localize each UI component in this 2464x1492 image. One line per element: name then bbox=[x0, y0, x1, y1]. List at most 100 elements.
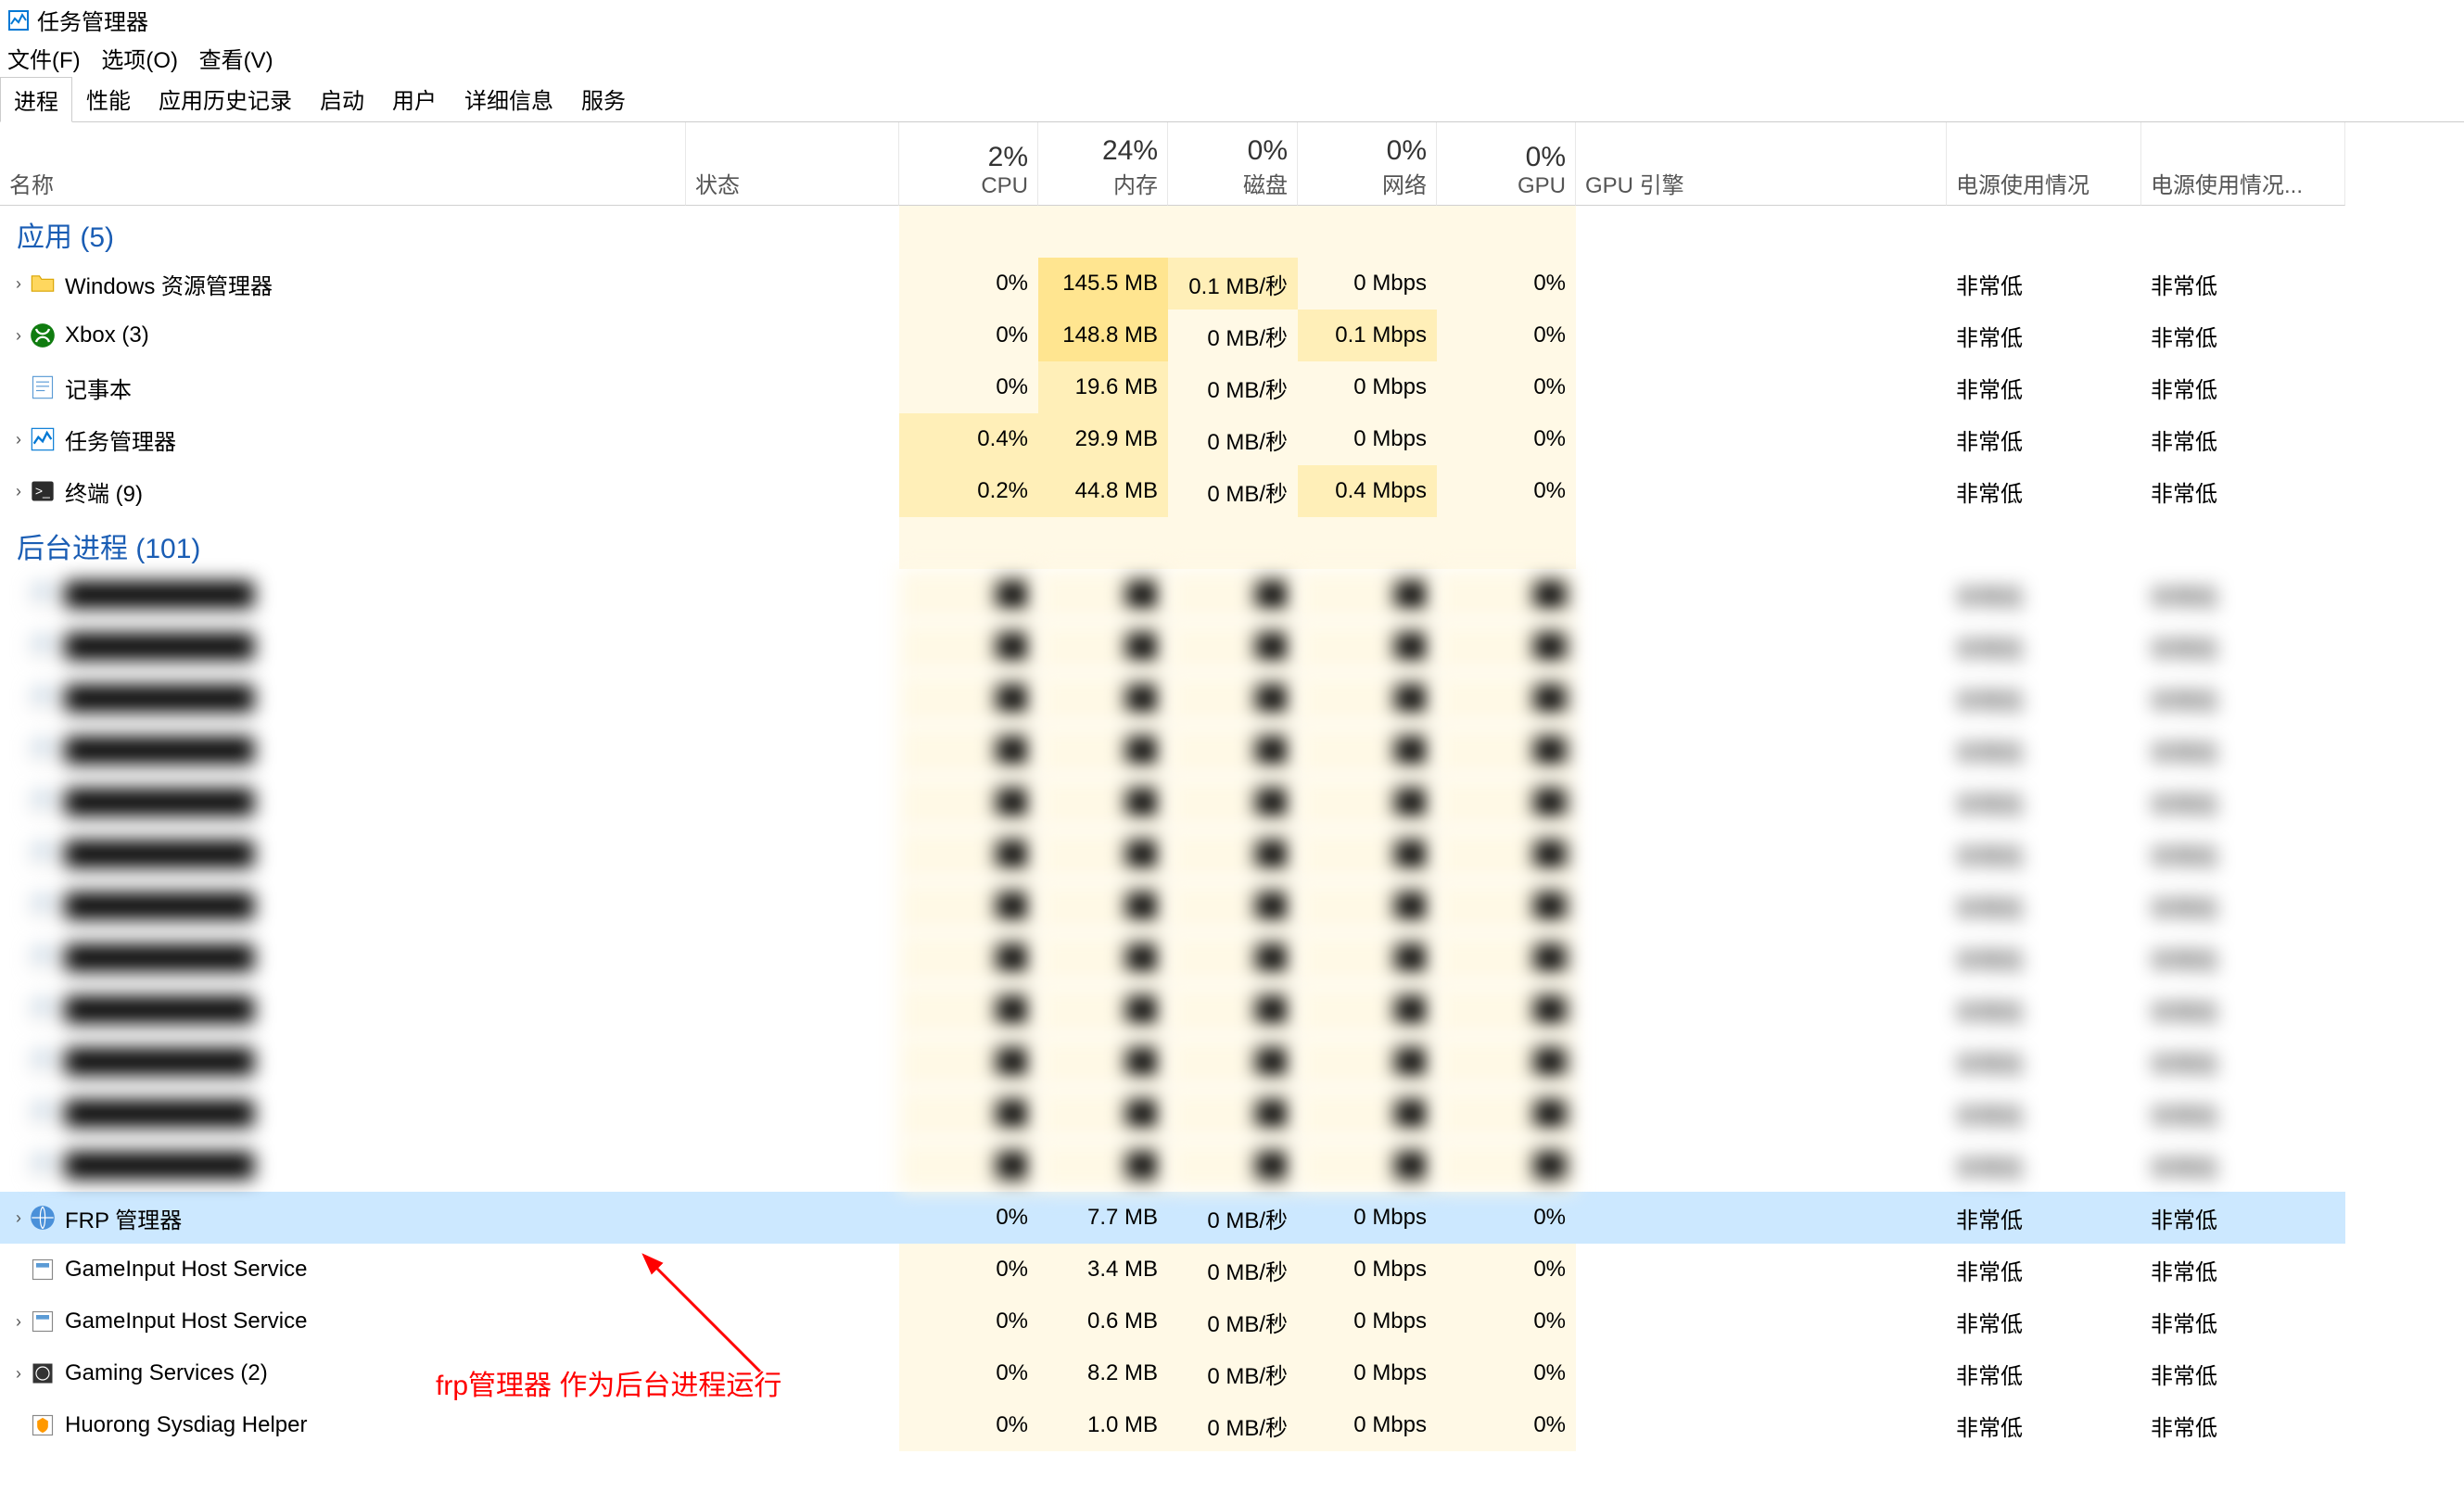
mem-cell: ██ bbox=[1038, 621, 1168, 673]
process-name-cell[interactable]: ›FRP 管理器 bbox=[0, 1192, 686, 1244]
cpu-cell: ██ bbox=[899, 725, 1038, 777]
col-powertrend[interactable]: 电源使用情况... bbox=[2141, 122, 2345, 206]
process-name: 终端 (9) bbox=[65, 475, 143, 508]
process-name-cell[interactable]: ████████████ bbox=[0, 984, 686, 1036]
huorong-icon bbox=[30, 1412, 56, 1438]
mem-cell: ██ bbox=[1038, 984, 1168, 1036]
process-name-cell[interactable]: ████████████ bbox=[0, 569, 686, 621]
col-gpu[interactable]: 0%GPU bbox=[1437, 122, 1576, 206]
col-power[interactable]: 电源使用情况 bbox=[1947, 122, 2141, 206]
gpu-cell: ██ bbox=[1437, 1036, 1576, 1088]
menu-view[interactable]: 查看(V) bbox=[199, 48, 273, 73]
tab-processes[interactable]: 进程 bbox=[0, 77, 72, 122]
col-network[interactable]: 0%网络 bbox=[1298, 122, 1437, 206]
power-cell: 非常低 bbox=[1947, 777, 2141, 828]
tab-startup[interactable]: 启动 bbox=[306, 76, 378, 121]
col-cpu[interactable]: 2%CPU bbox=[899, 122, 1038, 206]
status-cell bbox=[686, 725, 899, 777]
cpu-cell: ██ bbox=[899, 828, 1038, 880]
process-name-cell[interactable]: ████████████ bbox=[0, 1088, 686, 1140]
process-name-cell[interactable]: ████████████ bbox=[0, 828, 686, 880]
process-name-cell[interactable]: ›任务管理器 bbox=[0, 413, 686, 465]
power-cell: 非常低 bbox=[1947, 1244, 2141, 1296]
disk-cell: 0 MB/秒 bbox=[1168, 361, 1298, 413]
process-name-cell[interactable]: ›GameInput Host Service bbox=[0, 1296, 686, 1347]
gpu-cell: ██ bbox=[1437, 932, 1576, 984]
disk-cell: 0 MB/秒 bbox=[1168, 465, 1298, 517]
blurred-icon bbox=[30, 997, 56, 1023]
power-cell: 非常低 bbox=[1947, 673, 2141, 725]
process-name-cell[interactable]: ████████████ bbox=[0, 621, 686, 673]
process-name-cell[interactable]: ›>_终端 (9) bbox=[0, 465, 686, 517]
power-cell: 非常低 bbox=[1947, 880, 2141, 932]
expand-chevron-icon[interactable]: › bbox=[7, 274, 30, 294]
col-status[interactable]: 状态 bbox=[686, 122, 899, 206]
process-name-cell[interactable]: ████████████ bbox=[0, 880, 686, 932]
status-cell bbox=[686, 828, 899, 880]
cpu-cell: ██ bbox=[899, 621, 1038, 673]
status-cell bbox=[686, 1088, 899, 1140]
powertrend-cell: 非常低 bbox=[2141, 1140, 2345, 1192]
expand-chevron-icon[interactable]: › bbox=[7, 1364, 30, 1384]
col-disk[interactable]: 0%磁盘 bbox=[1168, 122, 1298, 206]
expand-chevron-icon[interactable]: › bbox=[7, 1208, 30, 1228]
powertrend-cell: 非常低 bbox=[2141, 361, 2345, 413]
powertrend-cell: 非常低 bbox=[2141, 310, 2345, 361]
gpuengine-cell bbox=[1576, 1347, 1947, 1399]
gpuengine-cell bbox=[1576, 828, 1947, 880]
process-name-cell[interactable]: ›Windows 资源管理器 bbox=[0, 258, 686, 310]
taskmgr-icon bbox=[30, 426, 56, 452]
mem-cell: ██ bbox=[1038, 880, 1168, 932]
cpu-cell: ██ bbox=[899, 673, 1038, 725]
powertrend-cell: 非常低 bbox=[2141, 777, 2345, 828]
expand-chevron-icon[interactable]: › bbox=[7, 430, 30, 449]
process-name-cell[interactable]: ████████████ bbox=[0, 777, 686, 828]
power-cell: 非常低 bbox=[1947, 725, 2141, 777]
net-cell: 0 Mbps bbox=[1298, 258, 1437, 310]
net-cell: 0.4 Mbps bbox=[1298, 465, 1437, 517]
power-cell: 非常低 bbox=[1947, 984, 2141, 1036]
tab-services[interactable]: 服务 bbox=[567, 76, 640, 121]
process-name-cell[interactable]: ›Gaming Services (2) bbox=[0, 1347, 686, 1399]
status-cell bbox=[686, 777, 899, 828]
power-cell: 非常低 bbox=[1947, 828, 2141, 880]
status-cell bbox=[686, 1296, 899, 1347]
process-name-cell[interactable]: ████████████ bbox=[0, 673, 686, 725]
col-memory[interactable]: 24%内存 bbox=[1038, 122, 1168, 206]
powertrend-cell: 非常低 bbox=[2141, 465, 2345, 517]
gpu-cell: 0% bbox=[1437, 465, 1576, 517]
menu-file[interactable]: 文件(F) bbox=[7, 48, 81, 73]
cpu-cell: 0% bbox=[899, 1347, 1038, 1399]
status-cell bbox=[686, 569, 899, 621]
mem-cell: 0.6 MB bbox=[1038, 1296, 1168, 1347]
tab-users[interactable]: 用户 bbox=[378, 76, 451, 121]
status-cell bbox=[686, 1192, 899, 1244]
tab-details[interactable]: 详细信息 bbox=[451, 76, 567, 121]
expand-chevron-icon[interactable]: › bbox=[7, 482, 30, 501]
process-name-cell[interactable]: ████████████ bbox=[0, 1036, 686, 1088]
process-name-cell[interactable]: GameInput Host Service bbox=[0, 1244, 686, 1296]
process-name-cell[interactable]: ████████████ bbox=[0, 725, 686, 777]
process-name-cell[interactable]: Huorong Sysdiag Helper bbox=[0, 1399, 686, 1451]
menu-options[interactable]: 选项(O) bbox=[101, 48, 178, 73]
gpu-cell: ██ bbox=[1437, 621, 1576, 673]
net-cell: 0 Mbps bbox=[1298, 1399, 1437, 1451]
disk-cell: ██ bbox=[1168, 777, 1298, 828]
expand-chevron-icon[interactable]: › bbox=[7, 326, 30, 346]
power-cell: 非常低 bbox=[1947, 465, 2141, 517]
tab-performance[interactable]: 性能 bbox=[72, 76, 145, 121]
gpuengine-cell bbox=[1576, 984, 1947, 1036]
cpu-cell: ██ bbox=[899, 569, 1038, 621]
powertrend-cell: 非常低 bbox=[2141, 621, 2345, 673]
tab-apphistory[interactable]: 应用历史记录 bbox=[145, 76, 306, 121]
process-name-cell[interactable]: ████████████ bbox=[0, 932, 686, 984]
gpuengine-cell bbox=[1576, 725, 1947, 777]
process-name-cell[interactable]: ████████████ bbox=[0, 1140, 686, 1192]
expand-chevron-icon[interactable]: › bbox=[7, 1312, 30, 1332]
process-name-cell[interactable]: 记事本 bbox=[0, 361, 686, 413]
mem-cell: 44.8 MB bbox=[1038, 465, 1168, 517]
col-name[interactable]: 名称 bbox=[0, 122, 686, 206]
powertrend-cell: 非常低 bbox=[2141, 1296, 2345, 1347]
process-name-cell[interactable]: ›Xbox (3) bbox=[0, 310, 686, 361]
col-gpuengine[interactable]: GPU 引擎 bbox=[1576, 122, 1947, 206]
